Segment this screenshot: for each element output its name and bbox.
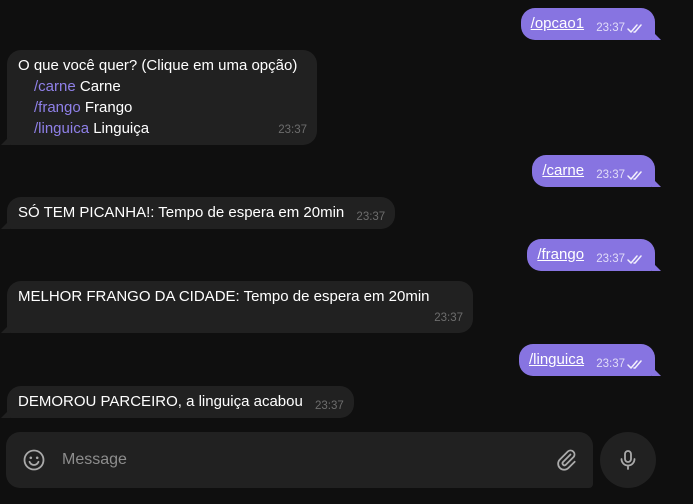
option-label: Frango (84, 99, 133, 116)
incoming-message: O que você quer? (Clique em uma opção) /… (1, 50, 317, 145)
message-time: 23:37 (596, 22, 625, 34)
incoming-message: SÓ TEM PICANHA!: Tempo de espera em 20mi… (1, 197, 396, 229)
outgoing-message: /linguica 23:37 (519, 344, 661, 376)
message-meta: 23:37 (596, 249, 645, 270)
command-link[interactable]: /opcao1 (531, 15, 584, 32)
option-label: Linguiça (93, 120, 150, 137)
double-check-icon (627, 171, 642, 180)
option-command-linguica[interactable]: /linguica (34, 120, 89, 137)
message-text: DEMOROU PARCEIRO, a linguiça acabou (18, 393, 303, 410)
message-time: 23:37 (596, 253, 625, 265)
message-input[interactable] (62, 446, 532, 474)
microphone-icon (620, 450, 636, 470)
message-time: 23:37 (315, 400, 344, 412)
outgoing-message: /frango 23:37 (527, 239, 661, 271)
command-link[interactable]: /frango (537, 246, 584, 263)
message-meta: 23:37 (596, 165, 645, 186)
message-text: SÓ TEM PICANHA!: Tempo de espera em 20mi… (18, 204, 345, 221)
option-command-carne[interactable]: /carne (34, 78, 76, 95)
option-row: /carne Carne (18, 76, 307, 97)
outgoing-message: /opcao1 23:37 (520, 8, 661, 40)
incoming-message: MELHOR FRANGO DA CIDADE: Tempo de espera… (1, 281, 473, 333)
message-list: /opcao1 23:37 O que você quer? (Clique e… (0, 0, 693, 425)
message-time: 23:37 (434, 312, 463, 324)
message-meta: 23:37 (596, 18, 645, 39)
command-link[interactable]: /carne (542, 162, 584, 179)
incoming-message: DEMOROU PARCEIRO, a linguiça acabou 23:3… (1, 386, 354, 418)
paperclip-icon[interactable] (554, 448, 578, 472)
double-check-icon (627, 24, 642, 33)
double-check-icon (627, 255, 642, 264)
message-time: 23:37 (278, 124, 307, 136)
option-row: /linguica Linguiça (18, 118, 307, 139)
voice-record-button[interactable] (600, 432, 656, 488)
option-row: /frango Frango (18, 97, 307, 118)
message-time: 23:37 (356, 211, 386, 223)
option-command-frango[interactable]: /frango (34, 99, 81, 116)
message-text: MELHOR FRANGO DA CIDADE: Tempo de espera… (18, 288, 430, 305)
message-time: 23:37 (596, 358, 625, 370)
option-label: Carne (79, 78, 121, 95)
double-check-icon (627, 360, 642, 369)
outgoing-message: /carne 23:37 (532, 155, 661, 187)
smiley-icon[interactable] (22, 448, 46, 472)
message-text: O que você quer? (Clique em uma opção) (18, 57, 298, 74)
message-composer (6, 432, 593, 488)
message-meta: 23:37 (596, 354, 645, 375)
message-time: 23:37 (596, 169, 625, 181)
command-link[interactable]: /linguica (529, 351, 584, 368)
